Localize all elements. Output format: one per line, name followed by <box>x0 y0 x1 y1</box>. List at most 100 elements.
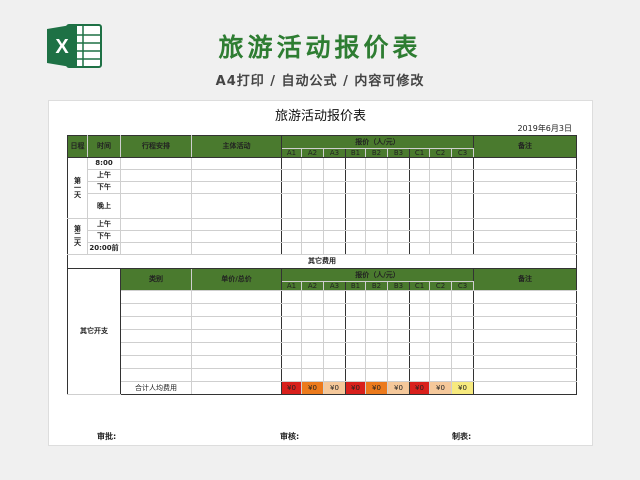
remarks-cell[interactable] <box>473 368 577 382</box>
category-cell[interactable] <box>120 329 192 343</box>
quote-table: 日程 时间 行程安排 主体活动 报价（人/元） 备注 A1 A2 A3 B1 B… <box>67 135 577 395</box>
time-cell: 下午 <box>87 181 121 194</box>
total-b3: ¥0 <box>387 381 410 395</box>
category-cell[interactable] <box>120 368 192 382</box>
col-a3-header: A3 <box>323 281 346 291</box>
review-label: 审核: <box>280 432 300 441</box>
col-c1-header: C1 <box>409 148 430 158</box>
remarks-cell[interactable] <box>473 230 577 243</box>
remarks-cell[interactable] <box>473 381 577 395</box>
col-a2-header: A2 <box>301 148 324 158</box>
activity-cell[interactable] <box>191 157 282 170</box>
remarks-cell[interactable] <box>473 342 577 356</box>
prepared-label: 制表: <box>452 432 472 441</box>
unit-total-cell[interactable] <box>191 329 282 343</box>
time-cell: 8:00 <box>87 157 121 170</box>
category-cell[interactable] <box>120 342 192 356</box>
itinerary-cell[interactable] <box>120 157 192 170</box>
sheet-date: 2019年6月3日 <box>517 124 572 133</box>
remarks-header: 备注 <box>473 135 577 158</box>
banner: X 旅游活动报价表 A4打印 / 自动公式 / 内容可修改 <box>0 0 640 100</box>
col-b3-header: B3 <box>387 281 410 291</box>
itinerary-cell[interactable] <box>120 169 192 182</box>
time-cell: 上午 <box>87 169 121 182</box>
col-b1-header: B1 <box>345 281 366 291</box>
itinerary-cell[interactable] <box>120 218 192 231</box>
remarks-cell[interactable] <box>473 290 577 304</box>
other-expense-label: 其它开支 <box>67 268 121 395</box>
col-c2-header: C2 <box>429 148 452 158</box>
itinerary-cell[interactable] <box>120 193 192 219</box>
unit-total-cell[interactable] <box>191 381 282 395</box>
day1-label: 第一天 <box>67 157 88 219</box>
col-b2-header: B2 <box>365 148 388 158</box>
col-a1-header: A1 <box>281 148 302 158</box>
activity-header: 主体活动 <box>191 135 282 158</box>
other-quote-header: 报价（人/元） <box>281 268 474 282</box>
activity-cell[interactable] <box>191 218 282 231</box>
col-b3-header: B3 <box>387 148 410 158</box>
day2-label: 第二天 <box>67 218 88 255</box>
time-cell: 上午 <box>87 218 121 231</box>
remarks-cell[interactable] <box>473 329 577 343</box>
category-cell[interactable] <box>120 355 192 369</box>
sheet-title: 旅游活动报价表 <box>274 109 366 124</box>
category-cell[interactable] <box>120 303 192 317</box>
activity-cell[interactable] <box>191 169 282 182</box>
other-remarks-header: 备注 <box>473 268 577 291</box>
remarks-cell[interactable] <box>473 169 577 182</box>
itinerary-cell[interactable] <box>120 230 192 243</box>
remarks-cell[interactable] <box>473 157 577 170</box>
total-b1: ¥0 <box>345 381 366 395</box>
col-c3-header: C3 <box>451 148 474 158</box>
total-b2: ¥0 <box>365 381 388 395</box>
total-a3: ¥0 <box>323 381 346 395</box>
svg-text:X: X <box>55 36 69 58</box>
col-c3-header: C3 <box>451 281 474 291</box>
col-b2-header: B2 <box>365 281 388 291</box>
col-c2-header: C2 <box>429 281 452 291</box>
itinerary-header: 行程安排 <box>120 135 192 158</box>
quote-header: 报价（人/元） <box>281 135 474 149</box>
banner-title: 旅游活动报价表 <box>218 33 422 62</box>
category-cell[interactable] <box>120 290 192 304</box>
category-cell[interactable] <box>120 316 192 330</box>
activity-cell[interactable] <box>191 193 282 219</box>
unit-total-cell[interactable] <box>191 290 282 304</box>
unit-total-cell[interactable] <box>191 355 282 369</box>
total-label: 合计人均费用 <box>120 381 192 395</box>
category-header: 类别 <box>120 268 192 291</box>
total-a1: ¥0 <box>281 381 302 395</box>
unit-total-header: 单价/总价 <box>191 268 282 291</box>
col-a3-header: A3 <box>323 148 346 158</box>
remarks-cell[interactable] <box>473 303 577 317</box>
time-header: 时间 <box>87 135 121 158</box>
remarks-cell[interactable] <box>473 218 577 231</box>
unit-total-cell[interactable] <box>191 368 282 382</box>
remarks-cell[interactable] <box>473 355 577 369</box>
activity-cell[interactable] <box>191 230 282 243</box>
remarks-cell[interactable] <box>473 316 577 330</box>
total-a2: ¥0 <box>301 381 324 395</box>
total-c3: ¥0 <box>451 381 474 395</box>
unit-total-cell[interactable] <box>191 303 282 317</box>
remarks-cell[interactable] <box>473 193 577 219</box>
itinerary-cell[interactable] <box>120 242 192 255</box>
approve-label: 审批: <box>97 432 117 441</box>
activity-cell[interactable] <box>191 242 282 255</box>
col-a1-header: A1 <box>281 281 302 291</box>
unit-total-cell[interactable] <box>191 316 282 330</box>
remarks-cell[interactable] <box>473 181 577 194</box>
time-cell: 20:00前 <box>87 242 121 255</box>
remarks-cell[interactable] <box>473 242 577 255</box>
col-b1-header: B1 <box>345 148 366 158</box>
time-cell: 晚上 <box>87 193 121 219</box>
activity-cell[interactable] <box>191 181 282 194</box>
col-a2-header: A2 <box>301 281 324 291</box>
other-section-title: 其它费用 <box>67 254 577 269</box>
unit-total-cell[interactable] <box>191 342 282 356</box>
itinerary-cell[interactable] <box>120 181 192 194</box>
day-header: 日程 <box>67 135 88 158</box>
time-cell: 下午 <box>87 230 121 243</box>
excel-logo-icon: X <box>47 24 102 68</box>
